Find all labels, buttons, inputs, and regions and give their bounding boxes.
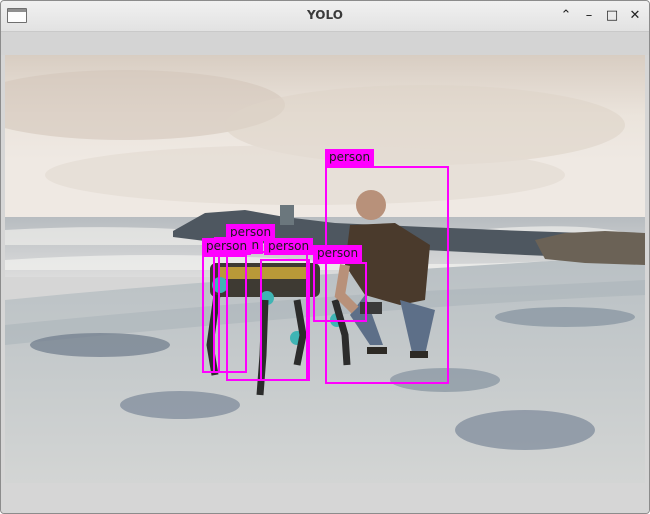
maximize-button[interactable]: □ [604, 7, 620, 25]
image-viewport: person person person person person perso… [5, 55, 645, 483]
status-bar [1, 483, 649, 513]
detection-label-2: person [313, 245, 363, 262]
detection-label-6: person [264, 238, 314, 255]
detection-label-5: person [202, 238, 252, 255]
detection-label-1: person [325, 149, 375, 166]
close-button[interactable]: ✕ [627, 7, 643, 25]
minimize-button[interactable]: – [581, 7, 597, 25]
shade-button[interactable]: ⌃ [558, 7, 574, 25]
detection-box-6 [260, 259, 310, 381]
window-title: YOLO [307, 8, 343, 22]
toolbar-area [1, 32, 649, 55]
detection-box-5 [202, 255, 220, 373]
yolo-window: YOLO ⌃ – □ ✕ person person person person… [0, 0, 650, 514]
title-bar[interactable]: YOLO ⌃ – □ ✕ [1, 1, 649, 32]
detection-box-2 [313, 262, 367, 322]
